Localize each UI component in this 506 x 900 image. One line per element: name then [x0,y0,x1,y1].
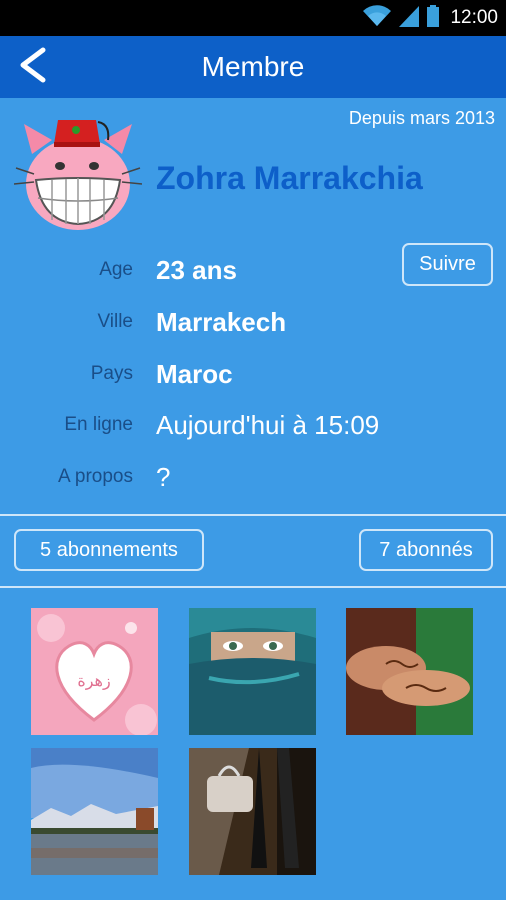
info-row-online: En ligne Aujourd'hui à 15:09 [0,405,506,445]
page-title: Membre [201,51,305,82]
info-row-age: Age 23 ans [0,250,506,290]
heart-text: زهرة [77,671,110,691]
divider [0,586,506,588]
photo-thumbnail-handbag[interactable] [189,748,316,875]
back-button[interactable] [10,45,54,89]
status-icons: 12:00 [362,0,498,36]
info-row-country: Pays Maroc [0,354,506,394]
photo-thumbnail-heart[interactable]: زهرة [31,608,158,735]
country-label: Pays [90,363,133,384]
city-label: Ville [97,311,133,332]
status-time: 12:00 [450,7,498,28]
about-label: A propos [58,466,133,487]
signal-icon [398,4,420,33]
info-row-city: Ville Marrakech [0,302,506,342]
chevron-left-icon [15,47,49,88]
app-bar: Membre [0,36,506,98]
member-name: Zohra Marrakchia [156,160,423,196]
online-label: En ligne [64,414,133,435]
photo-thumbnail-landscape[interactable] [31,748,158,875]
info-row-about: A propos ? [0,457,506,497]
subscribers-button[interactable]: 7 abonnés [359,529,493,571]
avatar [13,114,143,236]
age-label: Age [99,259,133,280]
battery-icon [426,4,440,33]
member-since: Depuis mars 2013 [348,108,495,128]
wifi-icon [362,4,392,33]
subscriptions-button[interactable]: 5 abonnements [14,529,204,571]
age-value: 23 ans [156,255,237,285]
country-value: Maroc [156,359,233,389]
about-value: ? [156,462,171,492]
divider [0,514,506,516]
online-value: Aujourd'hui à 15:09 [156,410,380,440]
status-bar: 12:00 [0,0,506,36]
photo-thumbnail-veil[interactable] [189,608,316,735]
photo-thumbnail-henna[interactable] [346,608,473,735]
city-value: Marrakech [156,307,287,337]
